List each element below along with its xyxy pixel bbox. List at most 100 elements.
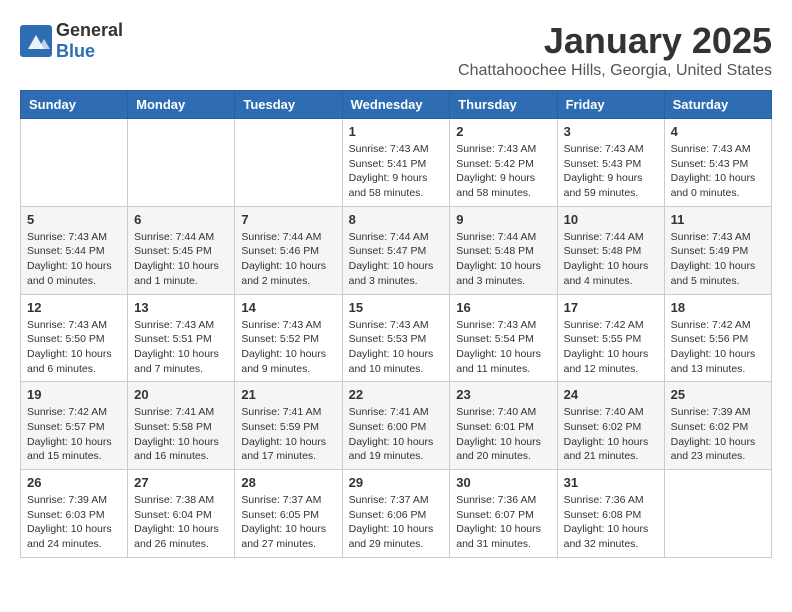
day-number: 28 (241, 475, 335, 490)
day-number: 31 (564, 475, 658, 490)
logo: General Blue (20, 20, 123, 62)
logo-blue: Blue (56, 41, 95, 61)
calendar-cell: 4Sunrise: 7:43 AM Sunset: 5:43 PM Daylig… (664, 119, 771, 207)
calendar-cell: 27 Sunrise: 7:38 AM Sunset: 6:04 PM Dayli… (128, 470, 235, 558)
day-info: Sunrise: 7:40 AM Sunset: 6:01 PM Dayligh… (456, 405, 550, 464)
title-area: January 2025 Chattahoochee Hills, Georgi… (458, 20, 772, 80)
calendar-cell: 7Sunrise: 7:44 AM Sunset: 5:46 PM Daylig… (235, 206, 342, 294)
calendar-cell: 18Sunrise: 7:42 AM Sunset: 5:56 PM Dayli… (664, 294, 771, 382)
day-info: Sunrise: 7:42 AM Sunset: 5:56 PM Dayligh… (671, 318, 765, 377)
day-info: Sunrise: 7:43 AM Sunset: 5:50 PM Dayligh… (27, 318, 121, 377)
day-number: 30 (456, 475, 550, 490)
calendar-cell: 17 Sunrise: 7:42 AM Sunset: 5:55 PM Dayli… (557, 294, 664, 382)
calendar-cell (128, 119, 235, 207)
weekday-header-friday: Friday (557, 91, 664, 119)
calendar-cell: 23 Sunrise: 7:40 AM Sunset: 6:01 PM Dayli… (450, 382, 557, 470)
calendar-cell: 25 Sunrise: 7:39 AM Sunset: 6:02 PM Dayli… (664, 382, 771, 470)
calendar-cell: 19Sunrise: 7:42 AM Sunset: 5:57 PM Dayli… (21, 382, 128, 470)
day-info: Sunrise: 7:44 AM Sunset: 5:48 PM Dayligh… (564, 230, 658, 289)
day-info: Sunrise: 7:42 AM Sunset: 5:55 PM Dayligh… (564, 318, 658, 377)
day-number: 5 (27, 212, 121, 227)
day-number: 25 (671, 387, 765, 402)
calendar-cell: 30 Sunrise: 7:36 AM Sunset: 6:07 PM Dayli… (450, 470, 557, 558)
day-number: 2 (456, 124, 550, 139)
day-info: Sunrise: 7:44 AM Sunset: 5:47 PM Dayligh… (349, 230, 444, 289)
day-number: 13 (134, 300, 228, 315)
calendar-cell (235, 119, 342, 207)
day-number: 8 (349, 212, 444, 227)
day-info: Sunrise: 7:43 AM Sunset: 5:43 PM Dayligh… (671, 142, 765, 201)
day-info: Sunrise: 7:38 AM Sunset: 6:04 PM Dayligh… (134, 493, 228, 552)
week-row-2: 5 Sunrise: 7:43 AM Sunset: 5:44 PM Daylig… (21, 206, 772, 294)
day-info: Sunrise: 7:43 AM Sunset: 5:44 PM Dayligh… (27, 230, 121, 289)
calendar-cell: 13 Sunrise: 7:43 AM Sunset: 5:51 PM Dayli… (128, 294, 235, 382)
header: General Blue January 2025 Chattahoochee … (20, 20, 772, 80)
day-info: Sunrise: 7:43 AM Sunset: 5:42 PM Dayligh… (456, 142, 550, 201)
calendar-subtitle: Chattahoochee Hills, Georgia, United Sta… (458, 62, 772, 80)
day-info: Sunrise: 7:44 AM Sunset: 5:45 PM Dayligh… (134, 230, 228, 289)
calendar-cell: 1 Sunrise: 7:43 AM Sunset: 5:41 PM Daylig… (342, 119, 450, 207)
day-number: 7 (241, 212, 335, 227)
week-row-5: 26 Sunrise: 7:39 AM Sunset: 6:03 PM Dayli… (21, 470, 772, 558)
day-info: Sunrise: 7:40 AM Sunset: 6:02 PM Dayligh… (564, 405, 658, 464)
calendar-cell: 12 Sunrise: 7:43 AM Sunset: 5:50 PM Dayli… (21, 294, 128, 382)
day-number: 27 (134, 475, 228, 490)
day-number: 16 (456, 300, 550, 315)
day-info: Sunrise: 7:41 AM Sunset: 5:59 PM Dayligh… (241, 405, 335, 464)
calendar-title: January 2025 (458, 20, 772, 62)
day-number: 29 (349, 475, 444, 490)
calendar-cell: 26 Sunrise: 7:39 AM Sunset: 6:03 PM Dayli… (21, 470, 128, 558)
weekday-header-tuesday: Tuesday (235, 91, 342, 119)
day-number: 24 (564, 387, 658, 402)
calendar-cell: 9Sunrise: 7:44 AM Sunset: 5:48 PM Daylig… (450, 206, 557, 294)
day-info: Sunrise: 7:43 AM Sunset: 5:52 PM Dayligh… (241, 318, 335, 377)
calendar-cell: 28 Sunrise: 7:37 AM Sunset: 6:05 PM Dayli… (235, 470, 342, 558)
day-number: 22 (349, 387, 444, 402)
day-info: Sunrise: 7:36 AM Sunset: 6:07 PM Dayligh… (456, 493, 550, 552)
day-number: 6 (134, 212, 228, 227)
logo-general: General (56, 20, 123, 40)
day-number: 1 (349, 124, 444, 139)
calendar-cell: 22Sunrise: 7:41 AM Sunset: 6:00 PM Dayli… (342, 382, 450, 470)
logo-icon (20, 25, 52, 57)
week-row-1: 1 Sunrise: 7:43 AM Sunset: 5:41 PM Daylig… (21, 119, 772, 207)
calendar-cell: 11Sunrise: 7:43 AM Sunset: 5:49 PM Dayli… (664, 206, 771, 294)
day-info: Sunrise: 7:43 AM Sunset: 5:54 PM Dayligh… (456, 318, 550, 377)
calendar-cell: 3 Sunrise: 7:43 AM Sunset: 5:43 PM Daylig… (557, 119, 664, 207)
calendar-cell (664, 470, 771, 558)
weekday-header-saturday: Saturday (664, 91, 771, 119)
day-info: Sunrise: 7:43 AM Sunset: 5:49 PM Dayligh… (671, 230, 765, 289)
day-info: Sunrise: 7:43 AM Sunset: 5:51 PM Dayligh… (134, 318, 228, 377)
day-info: Sunrise: 7:39 AM Sunset: 6:03 PM Dayligh… (27, 493, 121, 552)
day-info: Sunrise: 7:43 AM Sunset: 5:41 PM Dayligh… (349, 142, 444, 201)
day-number: 3 (564, 124, 658, 139)
calendar-cell: 16 Sunrise: 7:43 AM Sunset: 5:54 PM Dayli… (450, 294, 557, 382)
day-number: 26 (27, 475, 121, 490)
calendar-cell: 15 Sunrise: 7:43 AM Sunset: 5:53 PM Dayli… (342, 294, 450, 382)
day-info: Sunrise: 7:44 AM Sunset: 5:48 PM Dayligh… (456, 230, 550, 289)
weekday-header-thursday: Thursday (450, 91, 557, 119)
week-row-4: 19Sunrise: 7:42 AM Sunset: 5:57 PM Dayli… (21, 382, 772, 470)
weekday-header-row: SundayMondayTuesdayWednesdayThursdayFrid… (21, 91, 772, 119)
calendar-cell: 21 Sunrise: 7:41 AM Sunset: 5:59 PM Dayli… (235, 382, 342, 470)
day-number: 15 (349, 300, 444, 315)
calendar-cell (21, 119, 128, 207)
day-info: Sunrise: 7:37 AM Sunset: 6:05 PM Dayligh… (241, 493, 335, 552)
day-info: Sunrise: 7:41 AM Sunset: 5:58 PM Dayligh… (134, 405, 228, 464)
day-info: Sunrise: 7:36 AM Sunset: 6:08 PM Dayligh… (564, 493, 658, 552)
day-info: Sunrise: 7:39 AM Sunset: 6:02 PM Dayligh… (671, 405, 765, 464)
calendar-cell: 14Sunrise: 7:43 AM Sunset: 5:52 PM Dayli… (235, 294, 342, 382)
calendar-cell: 5 Sunrise: 7:43 AM Sunset: 5:44 PM Daylig… (21, 206, 128, 294)
day-number: 23 (456, 387, 550, 402)
day-number: 21 (241, 387, 335, 402)
day-number: 17 (564, 300, 658, 315)
day-number: 20 (134, 387, 228, 402)
day-info: Sunrise: 7:37 AM Sunset: 6:06 PM Dayligh… (349, 493, 444, 552)
day-number: 12 (27, 300, 121, 315)
day-info: Sunrise: 7:43 AM Sunset: 5:53 PM Dayligh… (349, 318, 444, 377)
calendar-table: SundayMondayTuesdayWednesdayThursdayFrid… (20, 90, 772, 558)
calendar-cell: 6 Sunrise: 7:44 AM Sunset: 5:45 PM Daylig… (128, 206, 235, 294)
day-number: 10 (564, 212, 658, 227)
day-info: Sunrise: 7:43 AM Sunset: 5:43 PM Dayligh… (564, 142, 658, 201)
day-number: 19 (27, 387, 121, 402)
